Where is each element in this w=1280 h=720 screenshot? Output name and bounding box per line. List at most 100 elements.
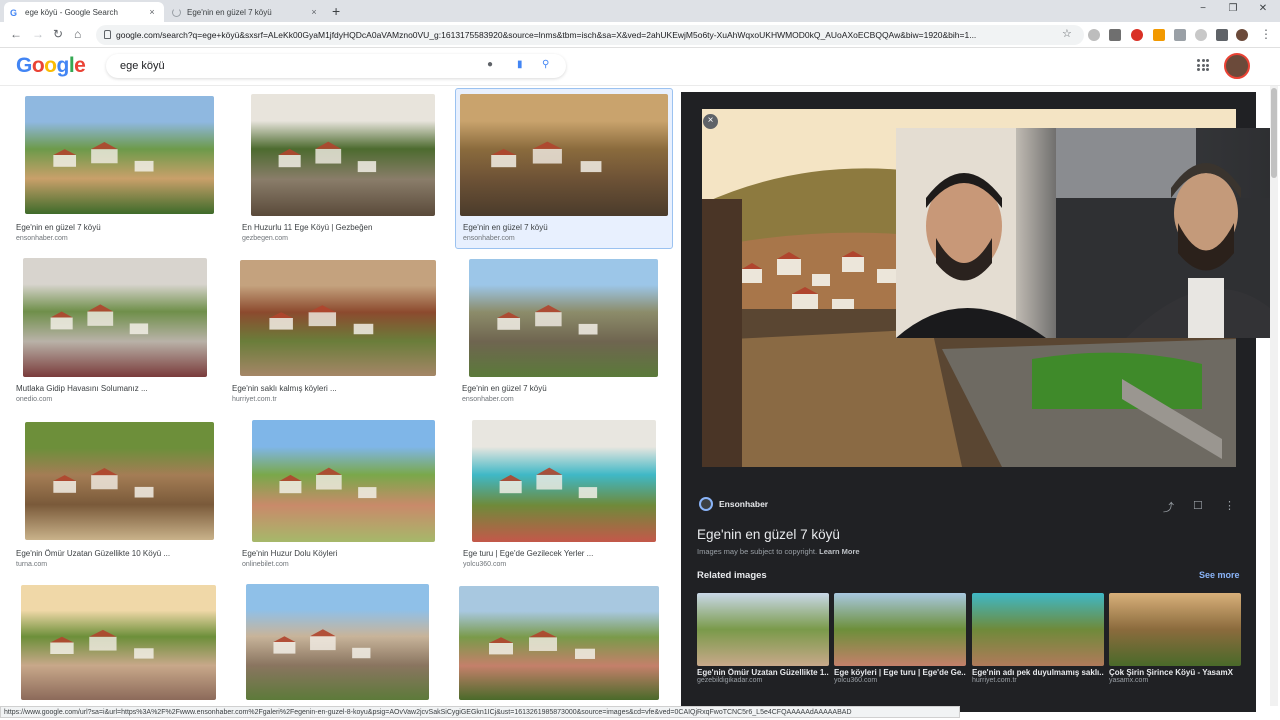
puzzle-extensions-icon[interactable] <box>1216 29 1228 41</box>
result-title[interactable]: Ege'nin Ömür Uzatan Güzellikte 10 Köyü .… <box>16 549 216 558</box>
result-title[interactable]: Ege'nin en güzel 7 köyü <box>16 223 216 232</box>
microphone-icon[interactable]: ▮ <box>517 59 523 70</box>
result-title[interactable]: Ege'nin en güzel 7 köyü <box>463 223 663 232</box>
result-source[interactable]: gezbegen.com <box>242 235 288 242</box>
tab-close-icon[interactable]: × <box>146 7 158 17</box>
search-icon[interactable]: ⚲ <box>542 59 549 70</box>
related-source[interactable]: yasamx.com <box>1109 677 1241 684</box>
close-preview-button[interactable]: × <box>703 114 718 129</box>
close-window-button[interactable]: ✕ <box>1248 3 1278 14</box>
see-more-link[interactable]: See more <box>1199 570 1240 580</box>
related-title[interactable]: Ege'nin Ömür Uzatan Güzellikte 1... <box>697 668 829 677</box>
extension-icon[interactable] <box>1195 29 1207 41</box>
home-icon[interactable]: ⌂ <box>74 27 81 41</box>
extension-icon[interactable] <box>1174 29 1186 41</box>
extension-icon[interactable] <box>1109 29 1121 41</box>
result-title[interactable]: Mutlaka Gidip Havasını Solumanız ... <box>16 384 216 393</box>
result-thumbnail[interactable] <box>25 422 214 540</box>
thumbnail-art <box>497 305 598 335</box>
minimize-button[interactable]: − <box>1188 3 1218 14</box>
bookmark-star-icon[interactable]: ☆ <box>1062 27 1072 40</box>
logo-letter: o <box>31 54 45 77</box>
result-thumbnail[interactable] <box>23 258 207 377</box>
result-source[interactable]: onlinebilet.com <box>242 561 289 568</box>
address-bar[interactable]: google.com/search?q=ege+köyü&sxsrf=ALeKk… <box>96 25 1084 45</box>
related-source[interactable]: hurriyet.com.tr <box>972 677 1104 684</box>
thumbnail-art <box>50 304 149 335</box>
menu-kebab-icon[interactable]: ⋮ <box>1260 27 1272 41</box>
result-source[interactable]: onedio.com <box>16 396 52 403</box>
google-logo[interactable]: Google <box>16 54 86 78</box>
related-title[interactable]: Ege'nin adı pek duyulmamış saklı... <box>972 668 1104 677</box>
result-thumbnail[interactable] <box>460 94 668 216</box>
result-source[interactable]: ensonhaber.com <box>463 235 515 242</box>
maximize-button[interactable]: ❐ <box>1218 3 1248 14</box>
result-thumbnail[interactable] <box>251 94 435 216</box>
extension-icon[interactable] <box>1088 29 1100 41</box>
result-source[interactable]: hurriyet.com.tr <box>232 396 277 403</box>
related-title[interactable]: Ege köyleri | Ege turu | Ege'de Ge... <box>834 668 966 677</box>
more-options-icon[interactable]: ⋮ <box>1224 499 1235 512</box>
related-image-card[interactable]: Ege köyleri | Ege turu | Ege'de Ge... yo… <box>834 593 966 684</box>
result-thumbnail[interactable] <box>472 420 656 542</box>
related-image[interactable] <box>1109 593 1241 666</box>
result-source[interactable]: yolcu360.com <box>463 561 506 568</box>
back-arrow-icon[interactable]: ← <box>10 27 22 41</box>
related-image[interactable] <box>697 593 829 666</box>
source-chip[interactable]: Ensonhaber <box>699 497 768 511</box>
tab-strip: G ege köyü - Google Search × Ege'nin en … <box>0 0 1280 22</box>
result-title[interactable]: En Huzurlu 11 Ege Köyü | Gezbeğen <box>242 223 442 232</box>
related-title[interactable]: Çok Şirin Şirince Köyü - YasamX <box>1109 668 1241 677</box>
logo-letter: G <box>16 54 32 77</box>
save-bookmark-icon[interactable]: ☐ <box>1193 499 1203 512</box>
result-title[interactable]: Ege'nin en güzel 7 köyü <box>462 384 662 393</box>
related-source[interactable]: gezebildigikadar.com <box>697 677 829 684</box>
result-thumbnail[interactable] <box>246 584 429 700</box>
scrollbar-thumb[interactable] <box>1271 88 1277 178</box>
camera-icon[interactable]: ● <box>487 59 493 70</box>
opera-extension-icon[interactable] <box>1131 29 1143 41</box>
result-thumbnail[interactable] <box>459 586 659 700</box>
related-image-card[interactable]: Ege'nin Ömür Uzatan Güzellikte 1... geze… <box>697 593 829 684</box>
search-input[interactable] <box>120 58 480 74</box>
result-title[interactable]: Ege turu | Ege'de Gezilecek Yerler ... <box>463 549 663 558</box>
related-source[interactable]: yolcu360.com <box>834 677 966 684</box>
webcam-overlay <box>896 128 1270 338</box>
profile-icon[interactable] <box>1236 29 1248 41</box>
related-images-heading: Related images <box>697 570 767 581</box>
result-thumbnail[interactable] <box>252 420 435 542</box>
thumbnail-art <box>50 629 154 659</box>
related-image-card[interactable]: Ege'nin adı pek duyulmamış saklı... hurr… <box>972 593 1104 684</box>
result-title[interactable]: Ege'nin Huzur Dolu Köyleri <box>242 549 442 558</box>
tab-ensonhaber[interactable]: Ege'nin en güzel 7 köyü × <box>166 2 326 22</box>
tab-google-search[interactable]: G ege köyü - Google Search × <box>4 2 164 22</box>
thumbnail-art <box>53 468 154 498</box>
apps-grid-icon[interactable] <box>1197 59 1209 71</box>
preview-title[interactable]: Ege'nin en güzel 7 köyü <box>697 527 840 542</box>
related-image[interactable] <box>834 593 966 666</box>
result-title[interactable]: Ege'nin saklı kalmış köyleri ... <box>232 384 432 393</box>
result-thumbnail[interactable] <box>25 96 214 214</box>
tab-close-icon[interactable]: × <box>308 7 320 17</box>
result-thumbnail[interactable] <box>240 260 436 376</box>
result-thumbnail[interactable] <box>21 585 216 700</box>
share-icon[interactable]: ⤴ <box>1163 499 1174 515</box>
thumbnail-art <box>273 629 371 659</box>
learn-more-link[interactable]: Learn More <box>819 547 859 556</box>
thumbnail-art <box>499 467 598 499</box>
result-source[interactable]: turna.com <box>16 561 47 568</box>
extension-icon[interactable] <box>1153 29 1165 41</box>
related-image-card[interactable]: Çok Şirin Şirince Köyü - YasamX yasamx.c… <box>1109 593 1241 684</box>
forward-arrow-icon[interactable]: → <box>32 27 44 41</box>
result-source[interactable]: ensonhaber.com <box>16 235 68 242</box>
avatar[interactable] <box>1224 53 1250 79</box>
thumbnail-art <box>491 141 602 173</box>
page-scrollbar[interactable] <box>1270 86 1278 706</box>
copyright-text: Images may be subject to copyright. <box>697 547 818 556</box>
thumbnail-art <box>278 141 377 173</box>
result-source[interactable]: ensonhaber.com <box>462 396 514 403</box>
result-thumbnail[interactable] <box>469 259 658 377</box>
related-image[interactable] <box>972 593 1104 666</box>
new-tab-button[interactable]: + <box>332 3 340 19</box>
reload-icon[interactable]: ↻ <box>53 27 63 41</box>
